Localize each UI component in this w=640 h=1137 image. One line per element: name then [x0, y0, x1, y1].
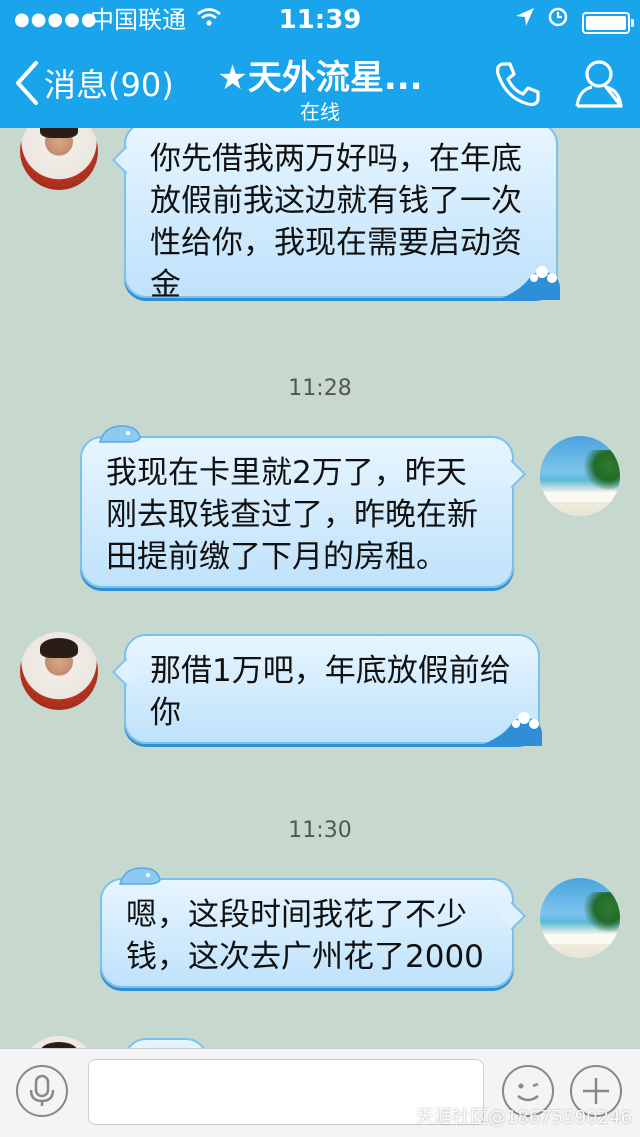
whale-decoration-icon	[99, 425, 141, 443]
wave-decoration-icon	[502, 266, 560, 300]
wave-decoration-icon	[484, 712, 542, 746]
message-bubble-sent[interactable]: 嗯，这段时间我花了不少钱，这次去广州花了2000	[100, 867, 514, 988]
person-icon	[575, 60, 623, 108]
plus-icon	[583, 1078, 609, 1104]
message-text: 那借1万吧，年底放假前给你	[150, 653, 511, 731]
message-bubble-received[interactable]	[124, 1038, 208, 1048]
my-avatar[interactable]	[540, 878, 620, 958]
navigation-bar: ●●●●● 中国联通 11:39 消息(90) ★天外流星... 在线	[0, 0, 640, 128]
contact-avatar[interactable]	[20, 632, 98, 710]
whale-decoration-icon	[119, 867, 161, 885]
location-arrow-icon	[514, 0, 536, 40]
message-text: 嗯，这段时间我花了不少钱，这次去广州花了2000	[126, 897, 484, 975]
message-bubble-received[interactable]: 你先借我两万好吗，在年底放假前我这边就有钱了一次性给你，我现在需要启动资金	[124, 128, 560, 303]
timestamp: 11:28	[288, 376, 352, 401]
alarm-clock-icon	[546, 0, 570, 40]
my-avatar[interactable]	[540, 436, 620, 516]
status-time: 11:39	[278, 5, 362, 35]
watermark: 天涯社区@18675590246	[416, 1107, 632, 1128]
battery-icon	[582, 12, 634, 34]
contact-avatar[interactable]	[20, 1036, 98, 1048]
message-text: 我现在卡里就2万了，昨天刚去取钱查过了，昨晚在新田提前缴了下月的房租。	[106, 455, 478, 575]
chat-title[interactable]: ★天外流星...	[0, 50, 640, 99]
call-button[interactable]	[492, 58, 544, 114]
online-status: 在线	[300, 100, 340, 124]
chat-message-list[interactable]: 你先借我两万好吗，在年底放假前我这边就有钱了一次性给你，我现在需要启动资金 11…	[0, 128, 640, 1048]
voice-input-button[interactable]	[16, 1065, 68, 1117]
message-text: 你先借我两万好吗，在年底放假前我这边就有钱了一次性给你，我现在需要启动资金	[150, 141, 522, 303]
timestamp: 11:30	[288, 818, 352, 843]
contact-profile-button[interactable]	[572, 56, 626, 114]
microphone-icon	[29, 1074, 55, 1106]
message-bubble-received[interactable]: 那借1万吧，年底放假前给你	[124, 634, 542, 746]
phone-icon	[495, 62, 540, 107]
message-bubble-sent[interactable]: 我现在卡里就2万了，昨天刚去取钱查过了，昨晚在新田提前缴了下月的房租。	[80, 425, 514, 588]
contact-avatar[interactable]	[20, 128, 98, 190]
status-bar: ●●●●● 中国联通 11:39	[0, 0, 640, 40]
input-bar: 天涯社区@18675590246	[0, 1048, 640, 1137]
